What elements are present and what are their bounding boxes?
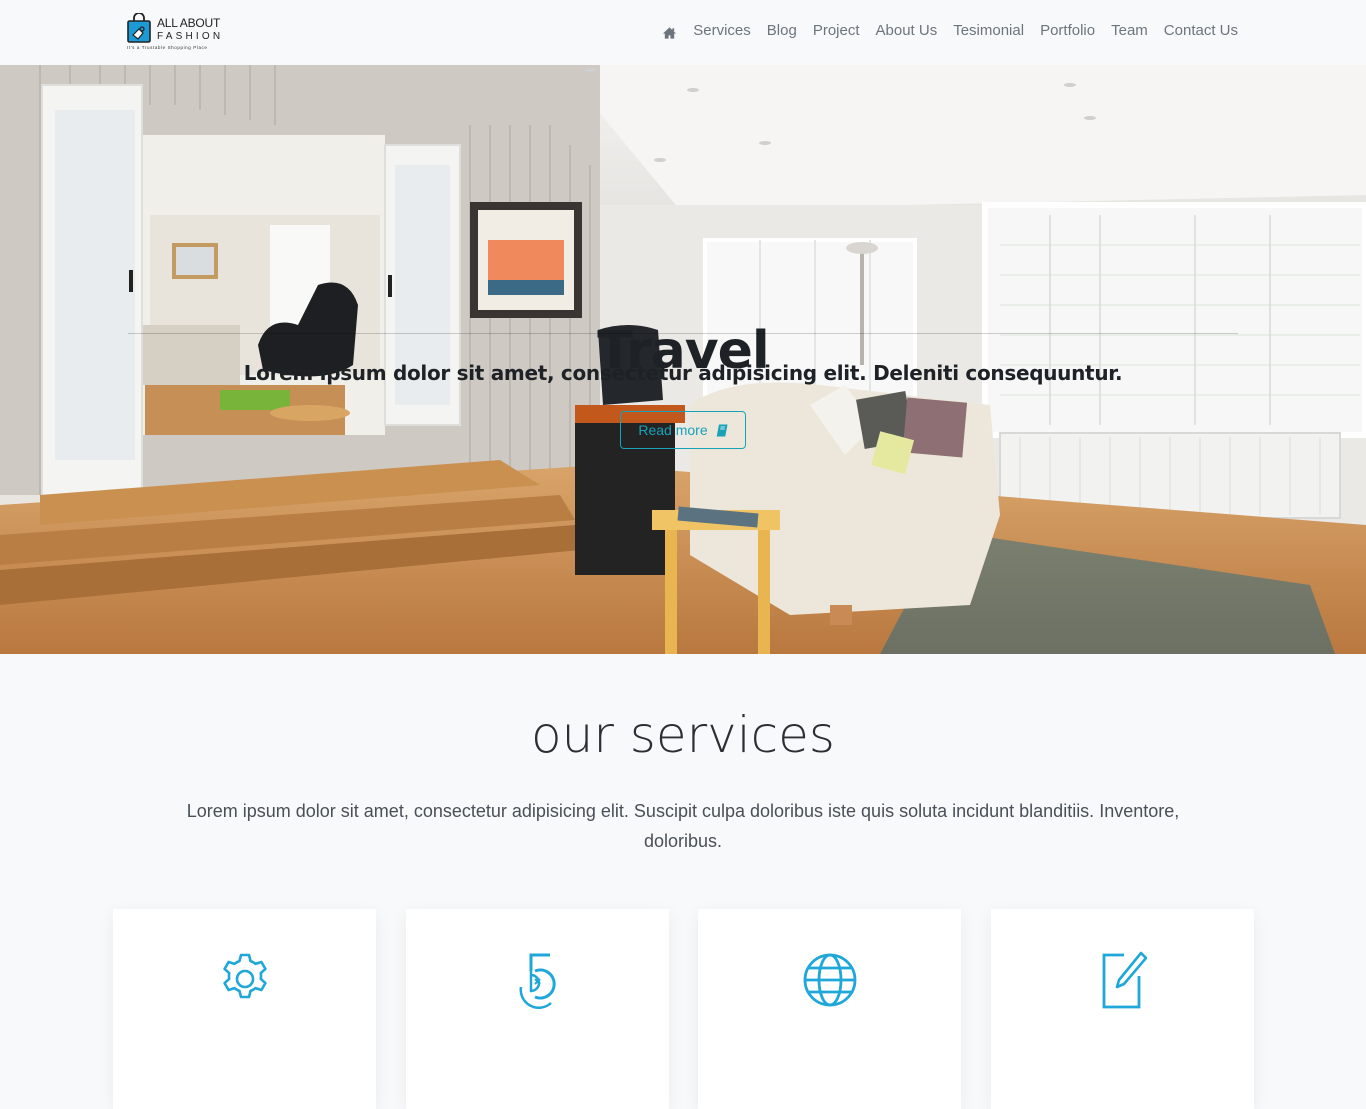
service-cards — [113, 909, 1254, 1109]
gear-icon — [222, 953, 267, 999]
service-card[interactable] — [991, 909, 1254, 1109]
navbar: ALL ABOUT FASHION It's a Trustable Shopp… — [0, 0, 1366, 65]
main-nav: Services Blog Project About Us Tesimonia… — [662, 20, 1238, 42]
service-card[interactable] — [406, 909, 669, 1109]
nav-item-team[interactable]: Team — [1111, 20, 1148, 42]
brand-name-line2: FASHION — [157, 31, 224, 42]
globe-icon — [803, 953, 856, 1007]
read-more-label: Read more — [638, 422, 708, 438]
brand-tagline: It's a Trustable Shopping Place — [127, 45, 208, 50]
service-card[interactable] — [113, 909, 376, 1109]
nav-item-project[interactable]: Project — [813, 20, 860, 42]
nav-item-contact-us[interactable]: Contact Us — [1164, 20, 1238, 42]
services-heading: our services — [531, 706, 835, 764]
brand-logo[interactable]: ALL ABOUT FASHION It's a Trustable Shopp… — [127, 9, 232, 54]
shopping-bag-icon — [127, 13, 151, 43]
html5-badge-icon — [519, 953, 556, 1009]
nav-item-blog[interactable]: Blog — [767, 20, 797, 42]
hero-carousel-slide: Travel Lorem ipsum dolor sit amet, conse… — [0, 65, 1366, 654]
nav-item-testimonial[interactable]: Tesimonial — [953, 20, 1024, 42]
nav-item-services[interactable]: Services — [693, 20, 751, 42]
nav-item-about-us[interactable]: About Us — [876, 20, 938, 42]
home-icon — [663, 27, 677, 39]
nav-home-link[interactable] — [662, 25, 677, 39]
read-more-button[interactable]: Read more — [620, 411, 746, 449]
hero-subtitle: Lorem ipsum dolor sit amet, consectetur … — [243, 361, 1123, 385]
services-description: Lorem ipsum dolor sit amet, consectetur … — [186, 801, 1180, 851]
service-card[interactable] — [698, 909, 961, 1109]
book-icon — [716, 424, 728, 436]
brand-name-line1: ALL ABOUT — [157, 16, 221, 30]
nav-item-portfolio[interactable]: Portfolio — [1040, 20, 1095, 42]
hero-divider — [128, 333, 1238, 334]
edit-icon — [1102, 951, 1147, 1009]
